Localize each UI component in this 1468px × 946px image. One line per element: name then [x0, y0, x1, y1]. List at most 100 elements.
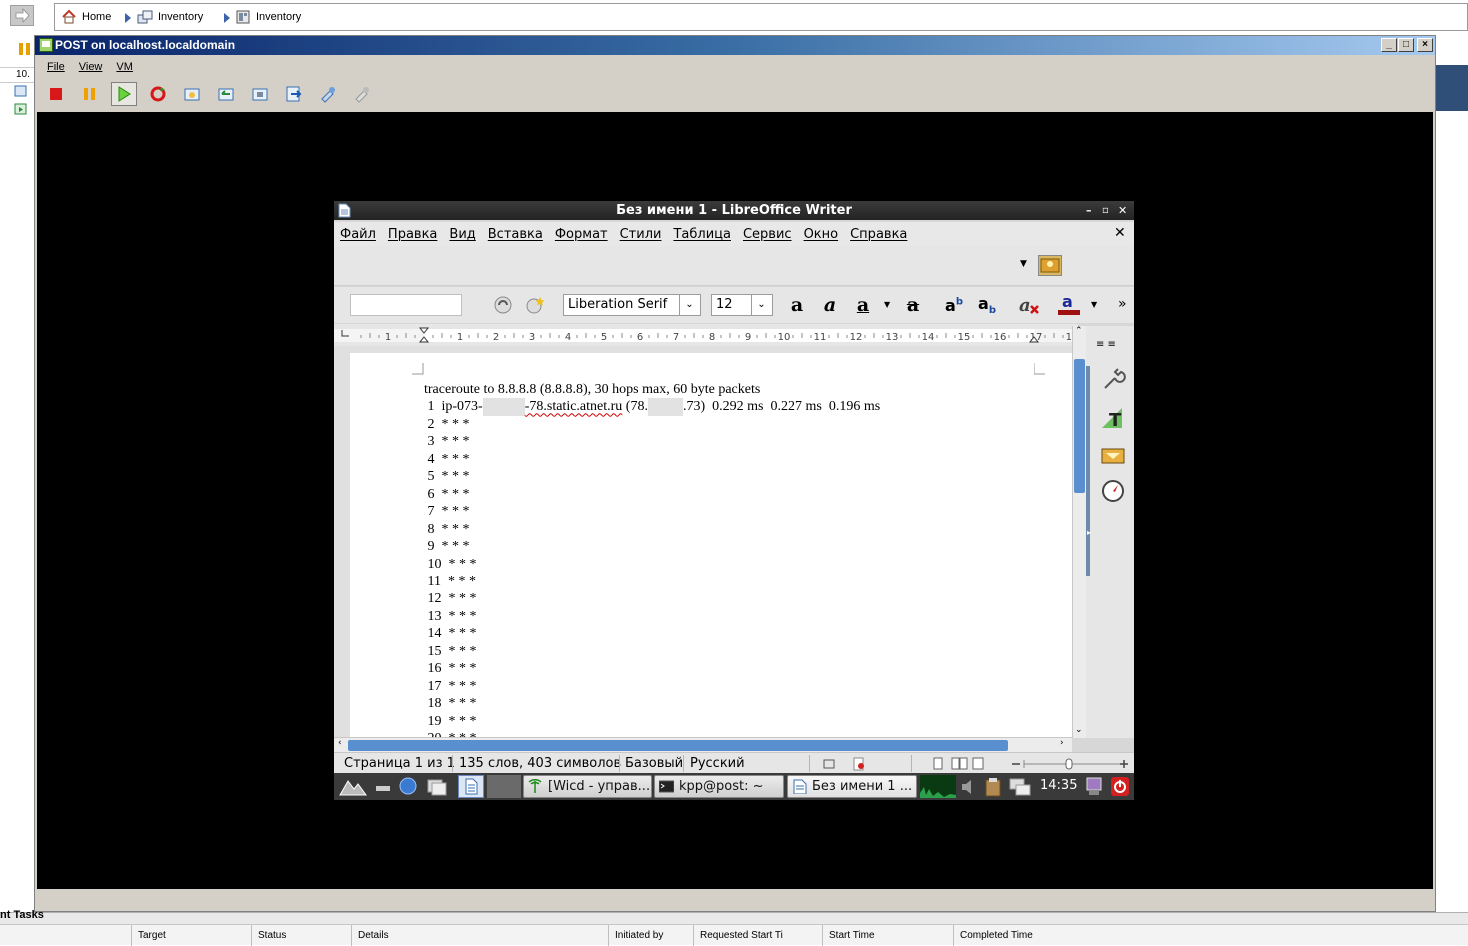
revert-snapshot-button[interactable]	[213, 82, 239, 106]
column-start-time[interactable]: Start Time	[822, 925, 954, 946]
toolbar-dropdown-icon[interactable]: ▼	[1020, 259, 1027, 269]
user-switch-icon[interactable]	[1084, 776, 1104, 797]
menu-window[interactable]: Окно	[804, 227, 839, 242]
gallery-icon[interactable]	[1100, 443, 1126, 469]
scroll-right-icon[interactable]: ›	[1060, 738, 1064, 748]
applications-menu-icon[interactable]	[336, 775, 370, 798]
paragraph-style-input[interactable]	[350, 294, 462, 316]
minimize-button[interactable]: _	[1381, 38, 1397, 52]
writer-launcher[interactable]	[458, 775, 484, 798]
more-toolbar-button[interactable]: »	[1118, 296, 1127, 312]
vm-icon[interactable]	[14, 85, 28, 99]
workspace-switcher[interactable]	[487, 775, 521, 798]
power-off-button[interactable]	[43, 82, 69, 106]
properties-wrench-icon[interactable]	[1100, 366, 1126, 392]
column-details[interactable]: Details	[351, 925, 609, 946]
sidebar-menu-icon[interactable]: ≡ ≡	[1096, 339, 1116, 350]
snapshot-manager-button[interactable]	[247, 82, 273, 106]
document-page[interactable]: traceroute to 8.8.8.8 (8.8.8.8), 30 hops…	[350, 353, 1072, 738]
minimize-button[interactable]: –	[1086, 201, 1092, 220]
update-style-button[interactable]	[490, 293, 516, 317]
taskbar-writer[interactable]: Без имени 1 ...	[787, 775, 917, 798]
panel-clock[interactable]: 14:35	[1040, 776, 1077, 796]
chevron-down-icon[interactable]: ⌄	[679, 295, 699, 315]
vm-running-icon[interactable]	[14, 103, 28, 117]
column-completed-time[interactable]: Completed Time	[953, 925, 1084, 946]
horizontal-ruler[interactable]: 1123456789101112131415161718	[334, 324, 1078, 346]
column-status[interactable]: Status	[251, 925, 352, 946]
restore-button[interactable]: ▫	[1102, 201, 1109, 220]
menu-vm[interactable]: VM	[116, 61, 133, 73]
styles-icon[interactable]: T	[1100, 406, 1126, 432]
maximize-button[interactable]: □	[1398, 38, 1414, 52]
logout-power-icon[interactable]	[1110, 776, 1130, 797]
view-layout-icon[interactable]	[932, 757, 984, 771]
horizontal-scrollbar[interactable]: ‹ ›	[334, 737, 1072, 752]
column-requested-start[interactable]: Requested Start Ti	[693, 925, 823, 946]
chevron-down-icon[interactable]: ⌄	[751, 295, 771, 315]
clipboard-icon[interactable]	[984, 777, 1002, 797]
menu-edit[interactable]: Правка	[388, 227, 437, 242]
breadcrumb-home[interactable]: Home	[61, 9, 111, 25]
take-snapshot-button[interactable]	[179, 82, 205, 106]
vm-settings-button[interactable]	[281, 82, 307, 106]
vertical-scrollbar[interactable]: ⌃ ⌄	[1072, 326, 1086, 738]
sidebar-collapse-icon[interactable]: ▸	[1087, 528, 1091, 537]
scrollbar-thumb[interactable]	[348, 740, 1008, 751]
file-manager-icon[interactable]	[426, 776, 448, 796]
web-browser-icon[interactable]	[398, 776, 418, 796]
font-color-button[interactable]: a	[1056, 293, 1082, 317]
taskbar-terminal[interactable]: kpp@post: ~	[654, 775, 784, 798]
selection-mode-icon[interactable]	[822, 757, 836, 771]
column-initiated-by[interactable]: Initiated by	[608, 925, 694, 946]
menu-tools[interactable]: Сервис	[743, 227, 792, 242]
document-language[interactable]: Русский	[690, 756, 745, 771]
font-name-input[interactable]: Liberation Serif ⌄	[563, 294, 701, 316]
italic-button[interactable]: a	[817, 293, 843, 317]
breadcrumb-inventory-vms[interactable]: Inventory	[235, 9, 301, 25]
font-size-input[interactable]: 12 ⌄	[711, 294, 773, 316]
power-on-button[interactable]	[111, 82, 137, 106]
menu-styles[interactable]: Стили	[620, 227, 662, 242]
new-style-button[interactable]	[522, 293, 548, 317]
zoom-slider[interactable]	[1010, 757, 1128, 771]
image-button[interactable]	[1038, 255, 1062, 276]
strikethrough-button[interactable]: a	[900, 293, 926, 317]
scroll-down-icon[interactable]: ⌄	[1075, 725, 1083, 735]
navigator-icon[interactable]	[1100, 478, 1126, 504]
scroll-up-icon[interactable]: ⌃	[1075, 326, 1083, 336]
font-color-dropdown-icon[interactable]: ▼	[1091, 300, 1097, 309]
taskbar-wicd[interactable]: [Wicd - управ...	[523, 775, 652, 798]
clear-formatting-button[interactable]: a	[1016, 293, 1042, 317]
bold-button[interactable]: a	[784, 293, 810, 317]
network-icon[interactable]	[1008, 777, 1032, 797]
back-button[interactable]	[10, 5, 34, 26]
underline-dropdown-icon[interactable]: ▼	[884, 300, 890, 309]
scrollbar-thumb[interactable]	[1074, 359, 1085, 493]
connect-devices-button[interactable]	[315, 82, 341, 106]
menu-file[interactable]: Файл	[340, 227, 376, 242]
menu-file[interactable]: File	[47, 61, 65, 73]
show-desktop-icon[interactable]	[374, 777, 392, 795]
page-style[interactable]: Базовый	[625, 756, 683, 771]
close-button[interactable]: ×	[1417, 38, 1433, 52]
close-document-button[interactable]: ✕	[1114, 225, 1126, 241]
menu-format[interactable]: Формат	[555, 227, 608, 242]
close-button[interactable]: ✕	[1118, 201, 1127, 220]
menu-help[interactable]: Справка	[850, 227, 907, 242]
page-count[interactable]: Страница 1 из 1	[344, 756, 455, 771]
column-name[interactable]	[0, 925, 132, 946]
menu-view[interactable]: Вид	[449, 227, 475, 242]
breadcrumb-inventory-hosts[interactable]: Inventory	[137, 9, 203, 25]
scroll-left-icon[interactable]: ‹	[338, 738, 342, 748]
menu-table[interactable]: Таблица	[673, 227, 731, 242]
word-count[interactable]: 135 слов, 403 символов	[459, 756, 621, 771]
underline-button[interactable]: a	[850, 293, 876, 317]
reset-button[interactable]	[145, 82, 171, 106]
subscript-button[interactable]: ab	[974, 293, 1000, 317]
column-target[interactable]: Target	[131, 925, 252, 946]
menu-insert[interactable]: Вставка	[488, 227, 543, 242]
suspend-button[interactable]	[77, 82, 103, 106]
inventory-node-label[interactable]: 10.	[16, 69, 30, 80]
superscript-button[interactable]: ab	[941, 293, 967, 317]
